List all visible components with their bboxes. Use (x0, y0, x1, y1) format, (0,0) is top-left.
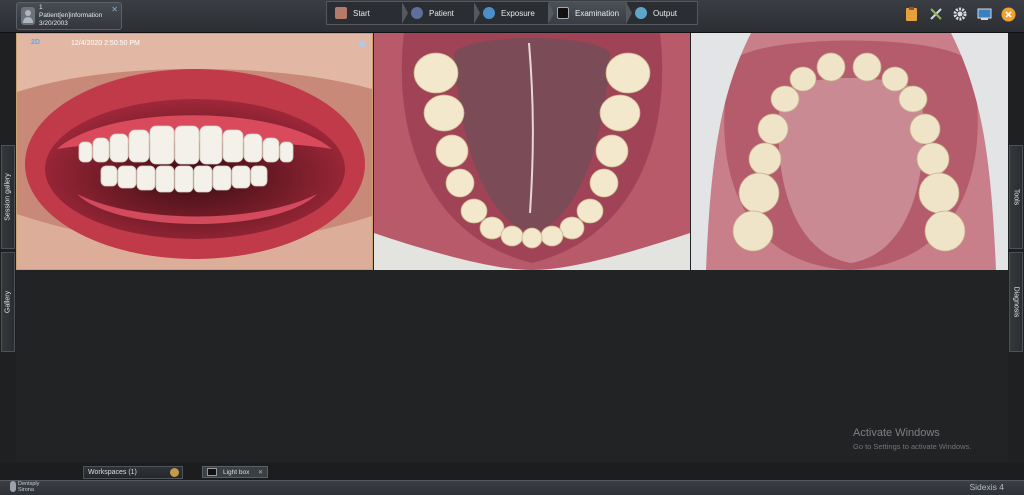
close-icon[interactable] (1000, 6, 1016, 22)
gallery-tab[interactable]: Gallery (1, 252, 15, 352)
step-exposure-label: Exposure (501, 8, 535, 18)
step-patient[interactable]: Patient (403, 2, 480, 24)
globe-icon (483, 7, 495, 19)
pin-icon[interactable]: ▣ (358, 39, 366, 48)
workspaces-tab[interactable]: Workspaces (1) (83, 466, 183, 479)
session-gallery-label: Session gallery (4, 173, 12, 221)
lightbox-label: Light box (223, 468, 250, 476)
session-gallery-tab[interactable]: Session gallery (1, 145, 15, 249)
workflow-steps: Start Patient Exposure Examination Outpu… (326, 1, 698, 25)
workspaces-label: Workspaces (1) (88, 469, 137, 476)
watermark-title: Activate Windows (853, 427, 940, 439)
diagnosis-tab[interactable]: Diagnosis (1009, 252, 1023, 352)
gallery-label: Gallery (4, 290, 12, 314)
top-bar: 1 Patient[en]information 3/20/2003 ✕ Sta… (0, 0, 1024, 33)
avatar (21, 7, 35, 25)
patient-info-card[interactable]: 1 Patient[en]information 3/20/2003 ✕ (16, 2, 122, 30)
footer-bar (0, 480, 1024, 495)
step-output-label: Output (653, 8, 678, 18)
step-exposure[interactable]: Exposure (475, 2, 554, 24)
tools-icon[interactable] (928, 6, 944, 22)
workspace-settings-icon[interactable] (170, 468, 179, 477)
diagnosis-label: Diagnosis (1012, 286, 1020, 318)
tools-tab[interactable]: Tools (1009, 145, 1023, 249)
step-start-label: Start (353, 8, 370, 18)
home-icon (335, 7, 347, 19)
product-name: Sidexis 4 (969, 482, 1005, 492)
tools-label: Tools (1012, 188, 1020, 206)
image-lower-arch[interactable] (374, 33, 690, 270)
pin-icon[interactable]: ✕ (111, 5, 118, 14)
lightbox-tab[interactable]: Light box ✕ (202, 466, 268, 478)
gear-icon[interactable] (952, 6, 968, 22)
activate-windows-watermark: Activate Windows Go to Settings to activ… (853, 427, 971, 451)
step-output[interactable]: Output (627, 2, 697, 24)
monitor-icon (557, 7, 569, 19)
window-icon[interactable] (976, 6, 992, 22)
watermark-subtitle: Go to Settings to activate Windows. (853, 442, 972, 451)
step-start[interactable]: Start (327, 2, 408, 24)
close-tab-icon[interactable]: ✕ (258, 469, 263, 476)
output-globe-icon (635, 7, 647, 19)
step-examination-label: Examination (575, 8, 620, 18)
step-examination[interactable]: Examination (549, 2, 632, 24)
brand-line2: Sirona (18, 487, 34, 493)
person-icon (411, 7, 423, 19)
toolbar-icons (904, 6, 1016, 22)
patient-birthdate: 3/20/2003 (39, 20, 68, 27)
brand-mark-icon (10, 481, 16, 492)
patient-name: Patient[en]information (39, 12, 103, 19)
image-workspace: 2D 12/4/2020 2:50:50 PM ▣ Activate Windo… (16, 33, 1008, 462)
mode-badge: 2D (31, 39, 40, 46)
step-patient-label: Patient (429, 8, 454, 18)
patient-id: 1 (39, 4, 43, 11)
lightbox-icon (207, 468, 217, 476)
clipboard-icon[interactable] (904, 6, 920, 22)
brand-logo: Dentsply Sirona (10, 481, 39, 493)
image-timestamp: 12/4/2020 2:50:50 PM (71, 40, 140, 47)
image-frontal-teeth[interactable]: 2D 12/4/2020 2:50:50 PM ▣ (16, 33, 373, 270)
image-upper-arch[interactable] (691, 33, 1008, 270)
